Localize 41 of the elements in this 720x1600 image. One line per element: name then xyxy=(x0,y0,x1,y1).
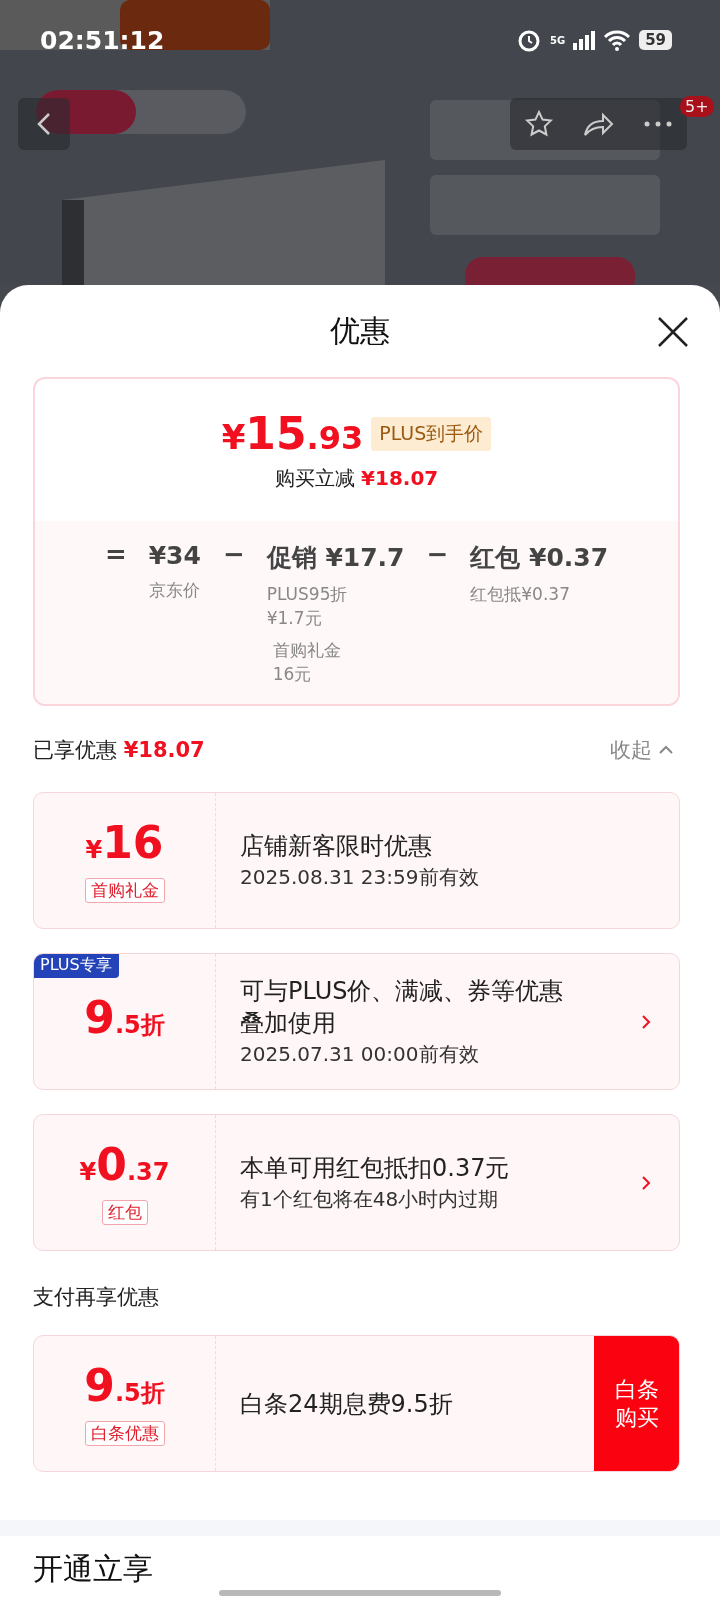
section-label: 已享优惠 ¥18.07 xyxy=(33,737,205,764)
breakdown-value: 促销 ¥17.7 xyxy=(266,542,405,574)
coupon-card[interactable]: ¥0.37 红包 本单可用红包抵扣0.37元 有1个红包将在48小时内过期 xyxy=(33,1114,680,1251)
coupon-tag: 首购礼金 xyxy=(84,877,165,903)
battery-level: 59 xyxy=(639,30,672,50)
section-label: 支付再享优惠 xyxy=(33,1284,159,1311)
breakdown-note: 京东价 xyxy=(148,579,201,602)
baitiao-buy-button[interactable]: 白条购买 xyxy=(594,1336,679,1471)
breakdown-value: 红包 ¥0.37 xyxy=(470,542,609,574)
coupon-tag: 白条优惠 xyxy=(84,1420,165,1446)
discount-amount: ¥0.37 xyxy=(79,1140,170,1192)
coupon-title: 本单可用红包抵扣0.37元 xyxy=(240,1153,511,1184)
saving-text: 购买立减 ¥18.07 xyxy=(274,465,439,492)
operator-sign: = xyxy=(104,538,127,571)
coupon-subtitle: 2025.07.31 00:00前有效 xyxy=(240,1041,480,1068)
coupon-title: 店铺新客限时优惠 xyxy=(240,831,433,862)
breakdown-note: PLUS95折 ¥1.7元 xyxy=(266,583,349,630)
section-title: 开通立享 xyxy=(33,1552,153,1586)
breakdown-note: 红包抵¥0.37 xyxy=(470,583,571,606)
status-time: 02:51:12 xyxy=(40,25,165,55)
coupon-card[interactable]: ¥16 首购礼金 店铺新客限时优惠 2025.08.31 23:59前有效 xyxy=(33,792,680,929)
coupon-tag: 红包 xyxy=(101,1199,148,1225)
breakdown-value: ¥34 xyxy=(148,540,201,570)
operator-sign: − xyxy=(426,538,449,571)
coupon-card[interactable]: 9.5折 白条优惠 白条24期息费9.5折 白条购买 xyxy=(33,1335,680,1472)
coupon-title: 可与PLUS价、满减、券等优惠叠加使用 xyxy=(240,976,565,1039)
plus-badge: PLUS专享 xyxy=(34,954,119,978)
coupon-subtitle: 有1个红包将在48小时内过期 xyxy=(240,1186,500,1213)
coupon-card[interactable]: PLUS专享 9.5折 可与PLUS价、满减、券等优惠叠加使用 2025.07.31 00:00前有效 xyxy=(33,953,680,1090)
network-label: 5G xyxy=(549,34,566,46)
discount-amount: 9.5折 xyxy=(84,994,165,1045)
final-price: ¥15.93 xyxy=(221,408,364,459)
discount-amount: ¥16 xyxy=(85,818,164,870)
coupon-subtitle: 2025.08.31 23:59前有效 xyxy=(240,864,480,891)
price-tag: PLUS到手价 xyxy=(371,416,492,451)
sheet-title: 优惠 xyxy=(330,311,390,350)
coupon-title: 白条24期息费9.5折 xyxy=(240,1388,454,1420)
breakdown-note: 首购礼金 16元 xyxy=(271,639,342,686)
discount-amount: 9.5折 xyxy=(84,1361,165,1413)
operator-sign: − xyxy=(222,538,245,571)
collapse-toggle[interactable]: 收起 xyxy=(610,736,674,764)
